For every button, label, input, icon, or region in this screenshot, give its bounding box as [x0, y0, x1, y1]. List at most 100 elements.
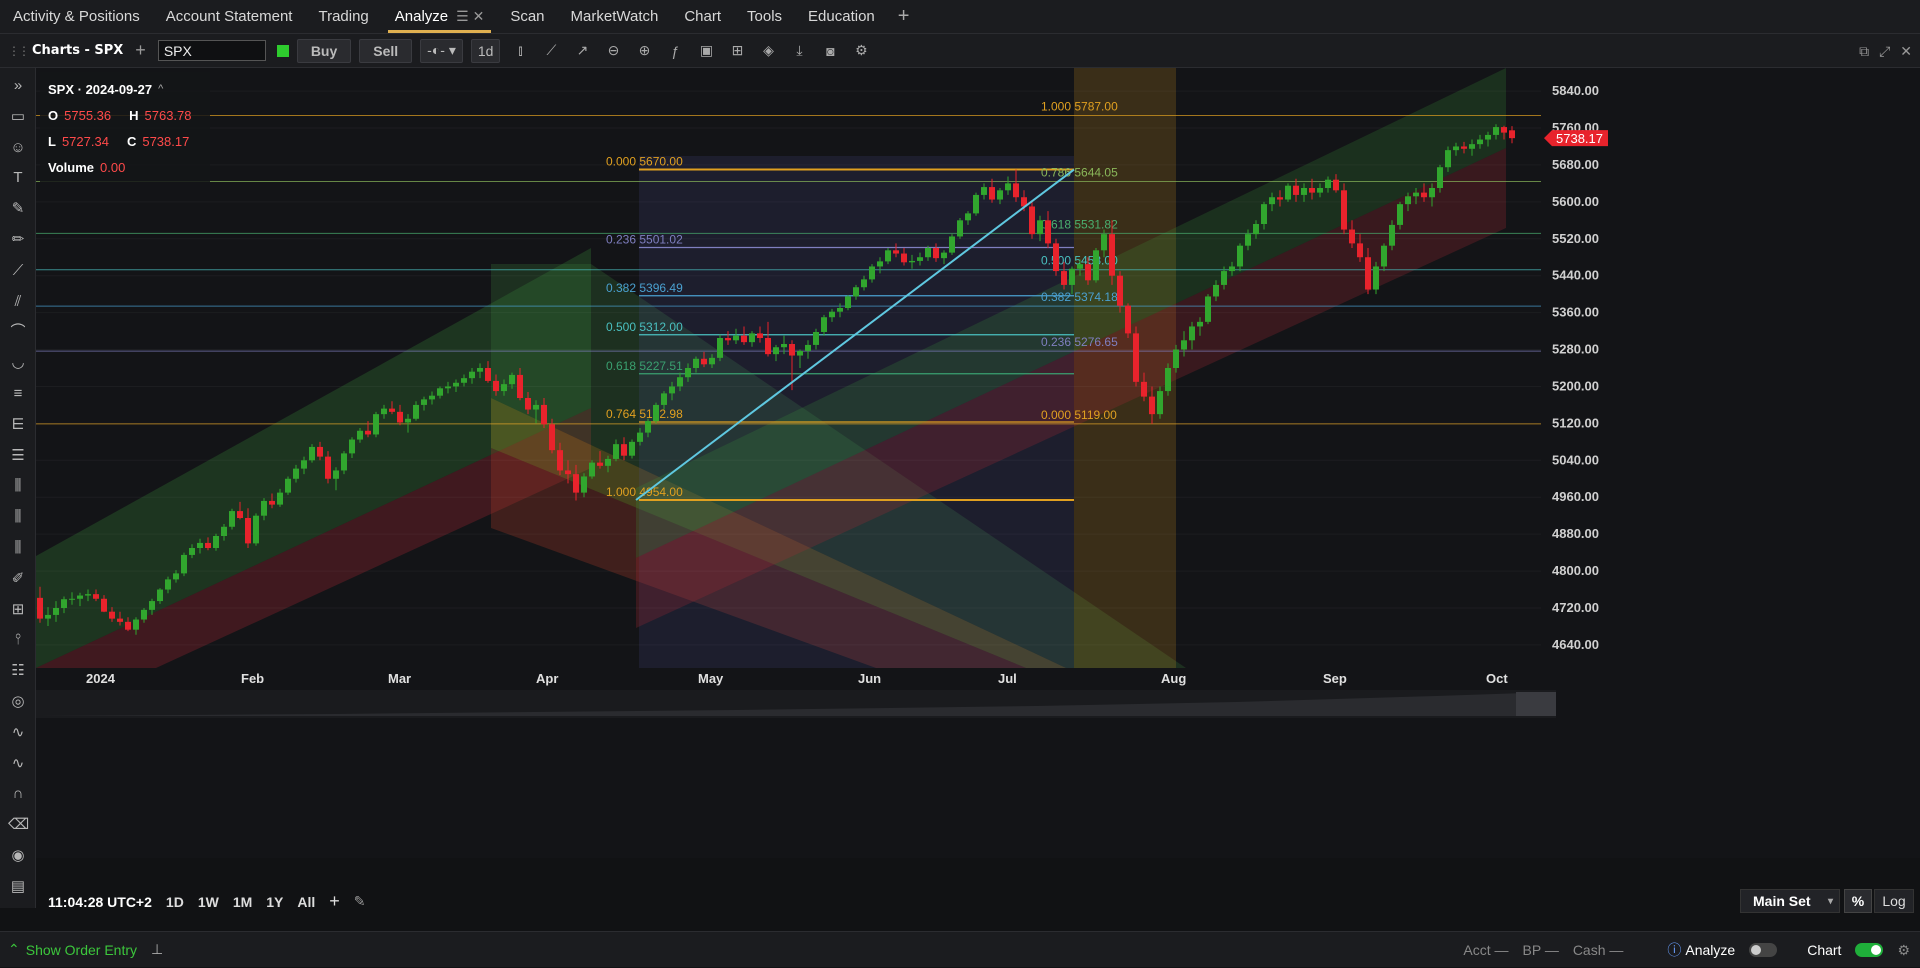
- tab-activity-positions[interactable]: Activity & Positions: [0, 0, 153, 33]
- layers-icon[interactable]: ▤: [8, 877, 28, 897]
- emoji-icon[interactable]: ☺: [8, 138, 28, 158]
- channel-icon[interactable]: ⫽: [8, 292, 28, 312]
- candle-body: [477, 368, 483, 372]
- candle-body: [1253, 224, 1259, 235]
- percent-button[interactable]: %: [1844, 889, 1872, 913]
- price-chart[interactable]: 0.000 5670.00 0.236 5501.02 0.382 5396.49 0…: [36, 68, 1920, 858]
- x-axis-tick: Aug: [1161, 671, 1186, 686]
- drag-grip-icon[interactable]: ⋮⋮: [8, 44, 30, 58]
- high-value: 5763.78: [144, 107, 192, 123]
- candle-body: [1085, 264, 1091, 281]
- candle-body: [677, 377, 683, 387]
- tab-scan[interactable]: Scan: [497, 0, 557, 33]
- add-range-icon[interactable]: +: [329, 891, 340, 912]
- range-1w-button[interactable]: 1W: [198, 894, 219, 910]
- tab-education[interactable]: Education: [795, 0, 888, 33]
- magnet-icon[interactable]: ∩: [8, 784, 28, 804]
- log-scale-button[interactable]: Log: [1874, 889, 1914, 913]
- tab-analyze[interactable]: Analyze ☰ ✕: [382, 0, 498, 33]
- gear-icon[interactable]: ⚙: [1897, 942, 1910, 959]
- navigator-handle: [1516, 692, 1556, 716]
- wave-icon[interactable]: ∿: [8, 723, 28, 743]
- maximize-icon[interactable]: ⤢: [1879, 43, 1890, 60]
- range-all-button[interactable]: All: [297, 894, 315, 910]
- tab-marketwatch[interactable]: MarketWatch: [558, 0, 672, 33]
- buy-button[interactable]: Buy: [296, 38, 352, 63]
- tab-tools[interactable]: Tools: [734, 0, 795, 33]
- candle-body: [1349, 229, 1355, 244]
- symbol-input[interactable]: [157, 40, 266, 61]
- studies-icon[interactable]: ƒ: [664, 40, 686, 62]
- candle-body: [37, 597, 43, 619]
- edit-pencil-icon[interactable]: ✎: [354, 893, 366, 910]
- tab-account-statement[interactable]: Account Statement: [153, 0, 306, 33]
- y-axis-tick: 4720.00: [1552, 600, 1599, 615]
- bars-icon[interactable]: ⫼: [8, 476, 28, 496]
- add-tab-icon[interactable]: +: [888, 0, 920, 33]
- candle-body: [1053, 243, 1059, 272]
- image-icon[interactable]: ▣: [695, 40, 717, 62]
- pin-icon[interactable]: ⊥: [151, 941, 163, 958]
- draw-line-icon[interactable]: ⟋: [540, 40, 562, 62]
- link-color-icon[interactable]: [276, 44, 289, 57]
- settings-gear-icon[interactable]: ⚙: [850, 40, 872, 62]
- range-1y-button[interactable]: 1Y: [266, 894, 283, 910]
- collapse-icon[interactable]: ^: [158, 83, 163, 95]
- candle-body: [1101, 234, 1107, 251]
- pencil-icon[interactable]: ✏: [8, 230, 28, 250]
- hlines-icon[interactable]: ⫼: [8, 538, 28, 558]
- candle-body: [269, 500, 275, 505]
- candle-body: [317, 446, 323, 457]
- comment-icon[interactable]: ▭: [8, 107, 28, 127]
- parallel-icon[interactable]: ☰: [8, 446, 28, 466]
- download-icon[interactable]: ⤓: [788, 40, 810, 62]
- trendline-icon[interactable]: ⟋: [8, 261, 28, 281]
- candle-body: [53, 608, 59, 615]
- expand-icon[interactable]: »: [8, 76, 28, 96]
- y-axis-tick: 4640.00: [1552, 637, 1599, 652]
- arc-icon[interactable]: ⌒: [8, 322, 28, 342]
- range-1m-button[interactable]: 1M: [233, 894, 252, 910]
- eraser-icon[interactable]: ⌫: [8, 815, 29, 835]
- tab-menu-close-icon[interactable]: ☰ ✕: [456, 8, 484, 25]
- candle-body: [293, 468, 299, 479]
- range-1d-button[interactable]: 1D: [166, 894, 184, 910]
- pattern-icon[interactable]: ☷: [8, 661, 28, 681]
- pitchfork-icon[interactable]: ⫯: [8, 630, 28, 650]
- show-order-entry-link[interactable]: Show Order Entry: [26, 942, 137, 958]
- main-set-dropdown[interactable]: Main Set ▾: [1740, 889, 1840, 913]
- eye-icon[interactable]: ◉: [8, 846, 28, 866]
- chart-style-icon[interactable]: ⫾: [509, 40, 531, 62]
- spiral-icon[interactable]: ◎: [8, 692, 28, 712]
- brush-icon[interactable]: ✎: [8, 199, 28, 219]
- camera-icon[interactable]: ◙: [819, 40, 841, 62]
- fib-icon[interactable]: ⋿: [8, 415, 28, 435]
- chevron-up-icon[interactable]: ⌃: [8, 941, 20, 958]
- vlines-icon[interactable]: ⫼: [8, 507, 28, 527]
- lines-icon[interactable]: ≡: [8, 384, 28, 404]
- layers-icon[interactable]: ◈: [757, 40, 779, 62]
- curve-icon[interactable]: ◡: [8, 353, 28, 373]
- tab-chart[interactable]: Chart: [671, 0, 734, 33]
- sell-button[interactable]: Sell: [359, 38, 413, 63]
- chart-toggle[interactable]: [1855, 943, 1884, 957]
- text-icon[interactable]: T: [8, 168, 28, 188]
- x-axis-tick: Oct: [1486, 671, 1508, 686]
- popout-icon[interactable]: ⧉: [1859, 43, 1869, 60]
- order-type-dropdown[interactable]: -◐- ▾: [420, 38, 463, 63]
- tab-trading[interactable]: Trading: [305, 0, 381, 33]
- layout-icon[interactable]: ⊞: [726, 40, 748, 62]
- note-icon[interactable]: ✐: [8, 569, 28, 589]
- grid-icon[interactable]: ⊞: [8, 600, 28, 620]
- close-icon[interactable]: ✕: [1900, 43, 1912, 60]
- candle-body: [1173, 349, 1179, 368]
- zoom-in-icon[interactable]: ⊕: [633, 40, 655, 62]
- zoom-out-icon[interactable]: ⊖: [602, 40, 624, 62]
- interval-button[interactable]: 1d: [470, 38, 501, 63]
- add-chart-icon[interactable]: +: [135, 40, 146, 61]
- candle-body: [485, 368, 491, 381]
- trend-icon[interactable]: ↗: [571, 40, 593, 62]
- analyze-toggle[interactable]: [1749, 943, 1778, 957]
- wave2-icon[interactable]: ∿: [8, 754, 28, 774]
- chart-area[interactable]: 0.000 5670.00 0.236 5501.02 0.382 5396.49 0…: [36, 68, 1920, 858]
